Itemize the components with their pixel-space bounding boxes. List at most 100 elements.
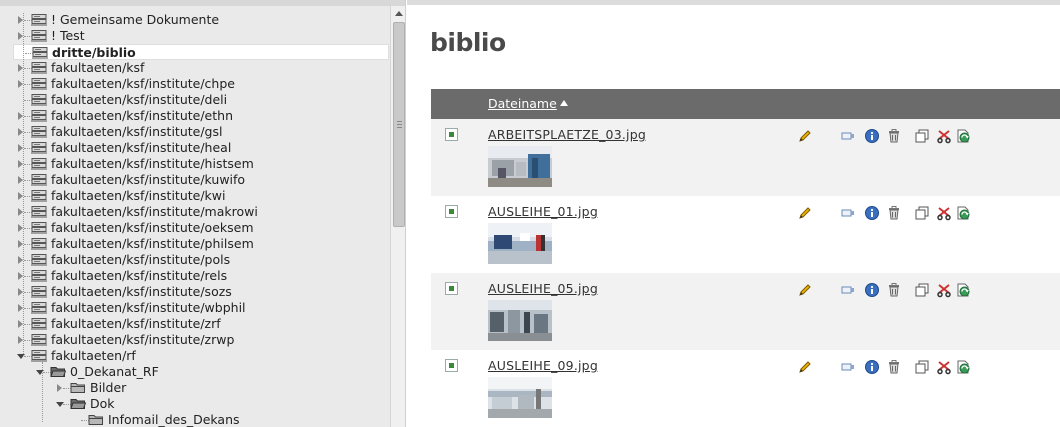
drive-icon xyxy=(31,238,47,250)
display-icon[interactable] xyxy=(840,359,856,375)
tree-item-label: fakultaeten/ksf/institute/chpe xyxy=(51,76,235,91)
tree-item-label: 0_Dekanat_RF xyxy=(70,364,159,379)
tree-item-label: fakultaeten/ksf/institute/philsem xyxy=(51,236,254,251)
drive-icon xyxy=(31,94,47,106)
drive-icon xyxy=(31,222,47,234)
copy-icon[interactable] xyxy=(914,282,930,298)
file-name-link[interactable]: AUSLEIHE_09.jpg xyxy=(488,358,598,373)
image-file-icon[interactable] xyxy=(445,205,458,218)
info-icon[interactable] xyxy=(864,282,880,298)
tree-item-label: fakultaeten/ksf/institute/zrwp xyxy=(51,332,235,347)
drive-icon xyxy=(31,190,47,202)
image-file-icon[interactable] xyxy=(445,282,458,295)
file-thumbnail[interactable] xyxy=(488,223,552,264)
tree-item-label: fakultaeten/ksf/institute/gsl xyxy=(51,124,223,139)
drive-icon xyxy=(31,142,47,154)
copy-icon[interactable] xyxy=(914,205,930,221)
replace-icon[interactable] xyxy=(955,128,971,144)
file-name-link[interactable]: AUSLEIHE_05.jpg xyxy=(488,281,598,296)
trash-icon[interactable] xyxy=(886,205,902,221)
table-header: Dateiname xyxy=(431,89,1060,119)
file-row[interactable]: AUSLEIHE_09.jpg xyxy=(431,350,1060,427)
folder-open-icon xyxy=(50,366,67,378)
drive-icon xyxy=(31,270,47,282)
main-content: biblio Dateiname ARBEITSPLAETZE_03.jpg AU… xyxy=(407,0,1060,427)
tree-item-label: fakultaeten/ksf xyxy=(51,60,145,75)
tree-item-label: fakultaeten/ksf/institute/makrowi xyxy=(51,204,258,219)
tree-item-label: fakultaeten/ksf/institute/sozs xyxy=(51,284,232,299)
cut-icon[interactable] xyxy=(936,282,952,298)
file-thumbnail[interactable] xyxy=(488,300,552,341)
expand-arrow-icon[interactable] xyxy=(57,384,62,392)
folder-tree-panel: ! Gemeinsame Dokumente! Test dritte/bibli… xyxy=(0,0,406,427)
drive-icon xyxy=(31,318,47,330)
tree-item-label: fakultaeten/rf xyxy=(51,348,136,363)
folder-tree: ! Gemeinsame Dokumente! Test dritte/bibli… xyxy=(13,13,390,427)
tree-item-label: fakultaeten/ksf/institute/rels xyxy=(51,268,228,283)
pencil-icon[interactable] xyxy=(797,359,813,375)
drive-icon xyxy=(31,174,47,186)
cut-icon[interactable] xyxy=(936,359,952,375)
tree-item-label: Dok xyxy=(90,396,115,411)
drive-icon xyxy=(31,350,47,362)
tree-scrollbar[interactable] xyxy=(390,6,405,427)
copy-icon[interactable] xyxy=(914,128,930,144)
tree-item-label: fakultaeten/ksf/institute/kuwifo xyxy=(51,172,246,187)
tree-item-label: dritte/biblio xyxy=(52,45,136,60)
image-file-icon[interactable] xyxy=(445,359,458,372)
trash-icon[interactable] xyxy=(886,282,902,298)
replace-icon[interactable] xyxy=(955,359,971,375)
drive-icon xyxy=(31,110,47,122)
content-toolbar xyxy=(407,0,1060,5)
file-thumbnail[interactable] xyxy=(488,146,552,187)
file-thumbnail[interactable] xyxy=(488,377,552,418)
pencil-icon[interactable] xyxy=(797,205,813,221)
file-name-link[interactable]: AUSLEIHE_01.jpg xyxy=(488,204,598,219)
replace-icon[interactable] xyxy=(955,205,971,221)
tree-item-label: fakultaeten/ksf/institute/histsem xyxy=(51,156,254,171)
scrollbar-thumb[interactable] xyxy=(393,22,405,227)
drive-icon xyxy=(31,158,47,170)
copy-icon[interactable] xyxy=(914,359,930,375)
drive-icon xyxy=(31,126,47,138)
folder-icon xyxy=(88,414,104,426)
display-icon[interactable] xyxy=(840,128,856,144)
tree-item[interactable]: dritte/biblio xyxy=(13,44,389,60)
file-row[interactable]: AUSLEIHE_01.jpg xyxy=(431,196,1060,273)
cut-icon[interactable] xyxy=(936,205,952,221)
file-name-link[interactable]: ARBEITSPLAETZE_03.jpg xyxy=(488,127,646,142)
trash-icon[interactable] xyxy=(886,128,902,144)
tree-item-label: ! Test xyxy=(51,28,85,43)
sort-ascending-icon[interactable] xyxy=(560,100,568,106)
tree-item-label: fakultaeten/ksf/institute/deli xyxy=(51,92,228,107)
pencil-icon[interactable] xyxy=(797,128,813,144)
file-row[interactable]: AUSLEIHE_05.jpg xyxy=(431,273,1060,350)
file-row[interactable]: ARBEITSPLAETZE_03.jpg xyxy=(431,119,1060,196)
trash-icon[interactable] xyxy=(886,359,902,375)
drive-icon xyxy=(31,302,47,314)
info-icon[interactable] xyxy=(864,205,880,221)
drive-icon xyxy=(31,62,47,74)
info-icon[interactable] xyxy=(864,359,880,375)
filename-column-header[interactable]: Dateiname xyxy=(488,96,557,111)
file-list: Dateiname ARBEITSPLAETZE_03.jpg AUSLEIHE_… xyxy=(431,89,1060,427)
cut-icon[interactable] xyxy=(936,128,952,144)
display-icon[interactable] xyxy=(840,282,856,298)
tree-item-label: fakultaeten/ksf/institute/pols xyxy=(51,252,231,267)
tree-guide-line xyxy=(42,362,43,422)
drive-icon xyxy=(31,206,47,218)
info-icon[interactable] xyxy=(864,128,880,144)
tree-item-label: fakultaeten/ksf/institute/wbphil xyxy=(51,300,246,315)
replace-icon[interactable] xyxy=(955,282,971,298)
tree-toolbar xyxy=(0,0,405,6)
drive-icon xyxy=(31,286,47,298)
scroll-up-arrow-icon[interactable] xyxy=(395,11,403,16)
drive-icon xyxy=(31,14,47,26)
pencil-icon[interactable] xyxy=(797,282,813,298)
drive-icon xyxy=(32,47,48,59)
display-icon[interactable] xyxy=(840,205,856,221)
tree-guide-line xyxy=(23,13,24,356)
folder-open-icon xyxy=(70,398,87,410)
drive-icon xyxy=(31,30,47,42)
image-file-icon[interactable] xyxy=(445,128,458,141)
